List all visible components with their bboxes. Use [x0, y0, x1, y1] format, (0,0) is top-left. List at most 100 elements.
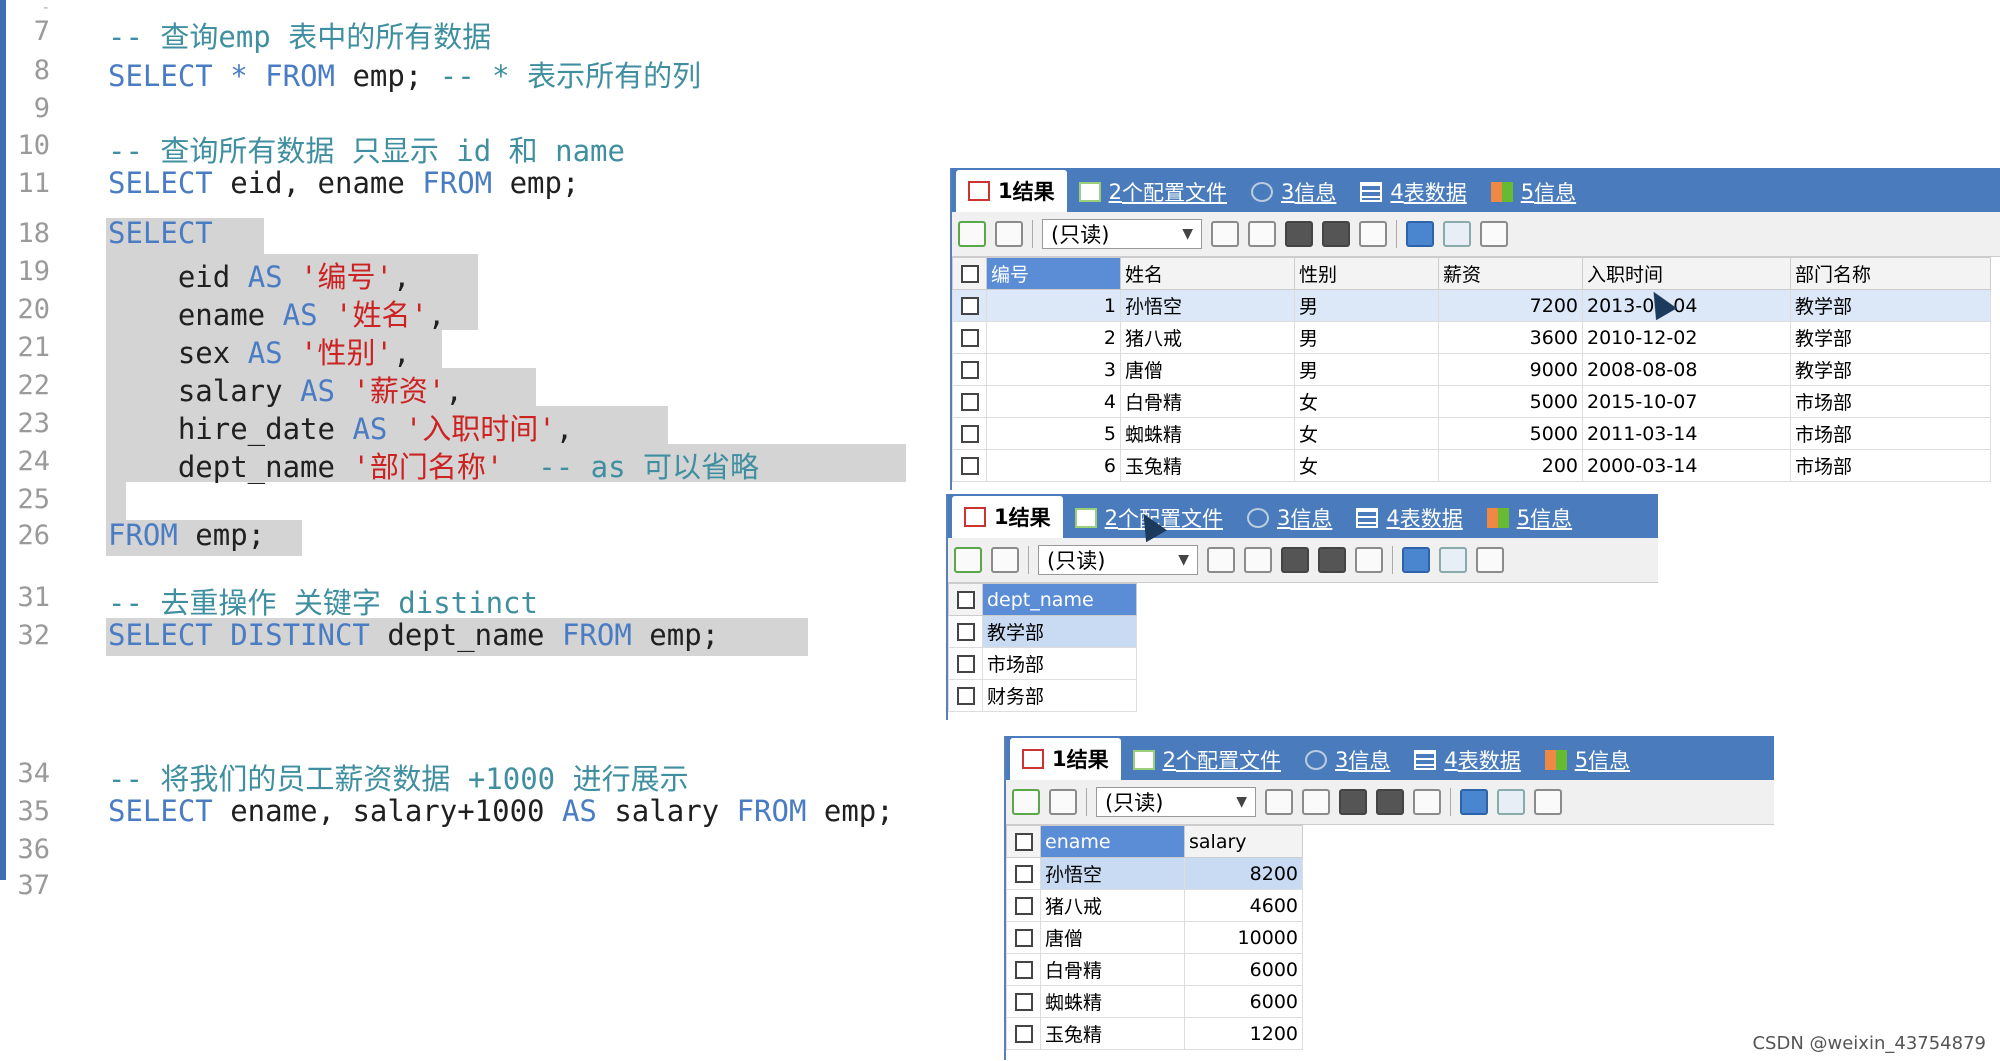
tab-3[interactable]: 3 信息	[1235, 498, 1344, 538]
tab-4[interactable]: 4 表数据	[1348, 172, 1478, 212]
table-cell[interactable]: 唐僧	[1040, 921, 1185, 954]
table-row[interactable]: 财务部	[948, 679, 1137, 712]
table-cell[interactable]: 6000	[1184, 985, 1303, 1018]
table-row[interactable]: 蜘蛛精 6000	[1006, 985, 1303, 1018]
form-view-icon[interactable]	[1497, 789, 1525, 815]
row-checkbox[interactable]	[1014, 928, 1033, 947]
table-row[interactable]: 孙悟空 8200	[1006, 857, 1303, 890]
table-cell[interactable]: 猪八戒	[1120, 321, 1295, 354]
table-cell[interactable]: 5000	[1438, 385, 1583, 418]
tab-5[interactable]: 5 信息	[1475, 498, 1584, 538]
table-cell[interactable]: 2008-08-08	[1582, 353, 1791, 386]
table-cell[interactable]: 孙悟空	[1120, 289, 1295, 322]
column-header[interactable]: 性别	[1294, 257, 1439, 290]
table-cell[interactable]: 男	[1294, 353, 1439, 386]
table-row[interactable]: 教学部	[948, 615, 1137, 648]
select-all-checkbox[interactable]	[956, 590, 975, 609]
save-icon[interactable]	[1281, 547, 1309, 573]
table-cell[interactable]: 2015-10-07	[1582, 385, 1791, 418]
copy-icon[interactable]	[1244, 547, 1272, 573]
column-header[interactable]: 入职时间	[1582, 257, 1791, 290]
column-header[interactable]: 编号	[986, 257, 1121, 290]
select-all-checkbox[interactable]	[960, 264, 979, 283]
text-view-icon[interactable]	[1534, 789, 1562, 815]
table-cell[interactable]: 市场部	[1790, 449, 1991, 482]
table-cell[interactable]: 10000	[1184, 921, 1303, 954]
table-cell[interactable]: 唐僧	[1120, 353, 1295, 386]
table-row[interactable]: 市场部	[948, 647, 1137, 680]
grid-view-icon[interactable]	[1406, 221, 1434, 247]
delete-icon[interactable]	[1376, 789, 1404, 815]
table-cell[interactable]: 教学部	[1790, 321, 1991, 354]
table-cell[interactable]: 猪八戒	[1040, 889, 1185, 922]
table-cell[interactable]: 7200	[1438, 289, 1583, 322]
row-checkbox[interactable]	[960, 424, 979, 443]
table-cell[interactable]: 4	[986, 385, 1121, 418]
table-cell[interactable]: 玉兔精	[1120, 449, 1295, 482]
table-row[interactable]: 5 蜘蛛精女 5000 2011-03-14 市场部	[952, 417, 1991, 450]
table-cell[interactable]: 女	[1294, 385, 1439, 418]
row-checkbox[interactable]	[1014, 1024, 1033, 1043]
table-cell[interactable]: 1	[986, 289, 1121, 322]
export-icon[interactable]	[1049, 789, 1077, 815]
tab-3[interactable]: 3 信息	[1293, 740, 1402, 780]
sql-editor[interactable]: - 7 8 9 10 11 18 19 20 21 22 23 24 25 26…	[0, 0, 1000, 901]
find-icon[interactable]	[1265, 789, 1293, 815]
row-checkbox[interactable]	[960, 328, 979, 347]
delete-icon[interactable]	[1322, 221, 1350, 247]
table-cell[interactable]: 教学部	[1790, 289, 1991, 322]
cancel-icon[interactable]	[1413, 789, 1441, 815]
table-row[interactable]: 1 孙悟空男 7200 2013-02-04 教学部	[952, 289, 1991, 322]
tab-1[interactable]: 1 结果	[1010, 738, 1121, 780]
table-cell[interactable]: 财务部	[982, 679, 1137, 712]
row-checkbox[interactable]	[956, 654, 975, 673]
row-checkbox[interactable]	[960, 392, 979, 411]
result-grid[interactable]: 编号 姓名 性别 薪资 入职时间 部门名称 1 孙悟空男 7200 2013-02-04 教学部 2 猪…	[952, 257, 1991, 482]
tab-4[interactable]: 4 表数据	[1402, 740, 1532, 780]
grid-view-icon[interactable]	[1402, 547, 1430, 573]
text-view-icon[interactable]	[1480, 221, 1508, 247]
table-cell[interactable]: 5000	[1438, 417, 1583, 450]
table-cell[interactable]: 2	[986, 321, 1121, 354]
tab-1[interactable]: 1 结果	[952, 496, 1063, 538]
table-cell[interactable]: 白骨精	[1040, 953, 1185, 986]
cancel-icon[interactable]	[1359, 221, 1387, 247]
result-grid[interactable]: dept_name 教学部 市场部 财务部	[948, 583, 1137, 712]
export-icon[interactable]	[995, 221, 1023, 247]
table-cell[interactable]: 男	[1294, 321, 1439, 354]
form-view-icon[interactable]	[1439, 547, 1467, 573]
row-checkbox[interactable]	[1014, 864, 1033, 883]
row-checkbox[interactable]	[1014, 992, 1033, 1011]
column-header[interactable]: 姓名	[1120, 257, 1295, 290]
table-cell[interactable]: 女	[1294, 417, 1439, 450]
table-row[interactable]: 唐僧 10000	[1006, 921, 1303, 954]
column-header[interactable]: dept_name	[982, 583, 1137, 616]
table-cell[interactable]: 市场部	[1790, 385, 1991, 418]
tab-2[interactable]: 2 个配置文件	[1121, 740, 1293, 780]
row-checkbox[interactable]	[956, 622, 975, 641]
select-all-checkbox[interactable]	[1014, 832, 1033, 851]
table-row[interactable]: 白骨精 6000	[1006, 953, 1303, 986]
copy-icon[interactable]	[1302, 789, 1330, 815]
table-cell[interactable]: 2000-03-14	[1582, 449, 1791, 482]
delete-icon[interactable]	[1318, 547, 1346, 573]
table-row[interactable]: 猪八戒 4600	[1006, 889, 1303, 922]
table-cell[interactable]: 女	[1294, 449, 1439, 482]
table-cell[interactable]: 教学部	[1790, 353, 1991, 386]
table-cell[interactable]: 200	[1438, 449, 1583, 482]
table-cell[interactable]: 4600	[1184, 889, 1303, 922]
table-cell[interactable]: 2010-12-02	[1582, 321, 1791, 354]
table-cell[interactable]: 3600	[1438, 321, 1583, 354]
row-checkbox[interactable]	[1014, 960, 1033, 979]
row-checkbox[interactable]	[960, 296, 979, 315]
table-cell[interactable]: 玉兔精	[1040, 1017, 1185, 1050]
table-cell[interactable]: 3	[986, 353, 1121, 386]
tab-4[interactable]: 4 表数据	[1344, 498, 1474, 538]
tab-2[interactable]: 2 个配置文件	[1067, 172, 1239, 212]
table-cell[interactable]: 6	[986, 449, 1121, 482]
readonly-mode-select[interactable]: (只读) ▼	[1038, 545, 1198, 575]
table-cell[interactable]: 白骨精	[1120, 385, 1295, 418]
table-cell[interactable]: 8200	[1184, 857, 1303, 890]
readonly-mode-select[interactable]: (只读) ▼	[1096, 787, 1256, 817]
refresh-icon[interactable]	[958, 221, 986, 247]
